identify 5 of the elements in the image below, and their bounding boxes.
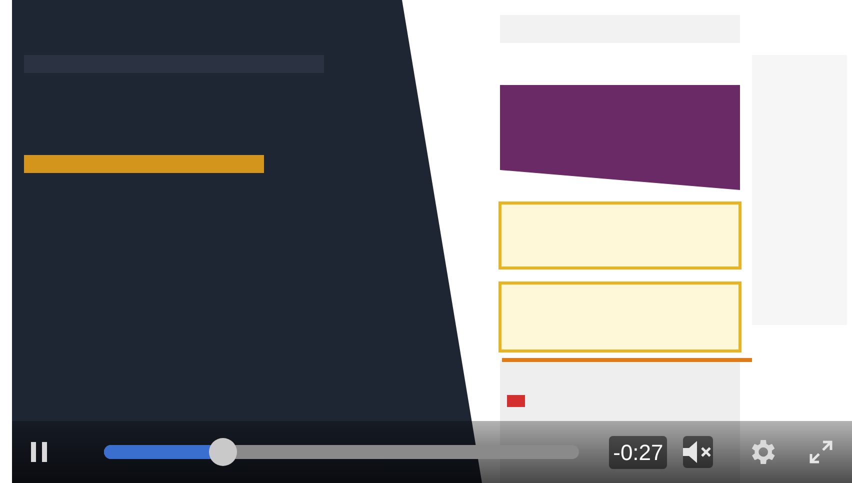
time-remaining: -0:27 xyxy=(609,436,668,468)
pause-icon xyxy=(31,442,48,462)
speaker-muted-icon xyxy=(683,440,714,464)
fullscreen-icon xyxy=(808,439,834,465)
volume-button[interactable] xyxy=(683,436,714,468)
